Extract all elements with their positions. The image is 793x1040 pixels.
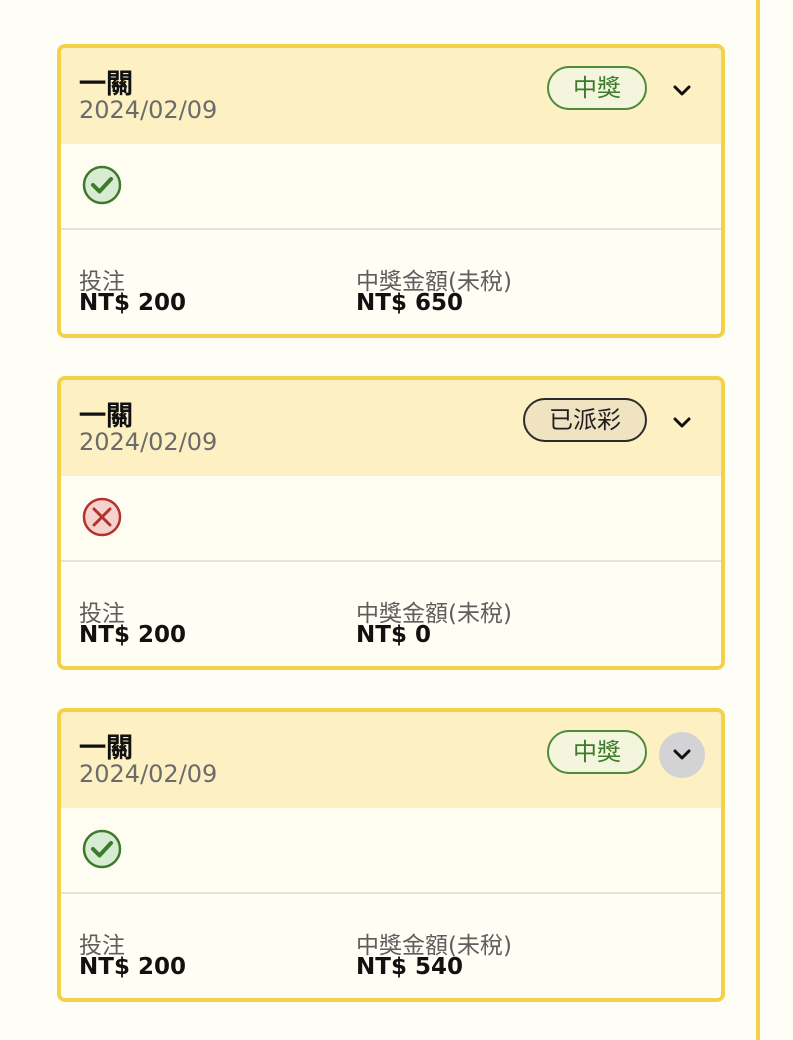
chevron-down-icon: [673, 85, 691, 96]
check-circle-icon: [82, 829, 122, 869]
bet-card[interactable]: 一關 2024/02/09 已派彩 投注 NT$ 200 中獎金額(未稅) NT…: [57, 376, 725, 670]
bet-summary: 投注 NT$ 200 中獎金額(未稅) NT$ 650: [61, 230, 721, 334]
stake-value: NT$ 200: [79, 290, 186, 316]
bet-summary: 投注 NT$ 200 中獎金額(未稅) NT$ 0: [61, 562, 721, 666]
bet-date: 2024/02/09: [79, 428, 218, 456]
stake-value: NT$ 200: [79, 622, 186, 648]
prize-value: NT$ 540: [356, 954, 463, 980]
bet-card-header[interactable]: 一關 2024/02/09 中獎: [61, 48, 721, 144]
status-badge: 已派彩: [523, 398, 647, 442]
chevron-down-icon: [673, 417, 691, 428]
bet-card-header[interactable]: 一關 2024/02/09 已派彩: [61, 380, 721, 476]
x-circle-icon: [82, 497, 122, 537]
expand-toggle[interactable]: [659, 400, 705, 446]
bet-result-row: [61, 476, 721, 562]
status-badge: 中獎: [547, 66, 647, 110]
bet-list: 一關 2024/02/09 中獎 投注 NT$ 200 中獎金額(未稅) NT$…: [57, 44, 725, 1040]
bet-result-row: [61, 808, 721, 894]
bet-date: 2024/02/09: [79, 760, 218, 788]
bet-card[interactable]: 一關 2024/02/09 中獎 投注 NT$ 200 中獎金額(未稅) NT$…: [57, 708, 725, 1002]
check-circle-icon: [82, 165, 122, 205]
bet-date: 2024/02/09: [79, 96, 218, 124]
status-badge: 中獎: [547, 730, 647, 774]
bet-card[interactable]: 一關 2024/02/09 中獎 投注 NT$ 200 中獎金額(未稅) NT$…: [57, 44, 725, 338]
expand-toggle[interactable]: [659, 732, 705, 778]
stake-value: NT$ 200: [79, 954, 186, 980]
chevron-down-icon: [673, 749, 691, 760]
bet-result-row: [61, 144, 721, 230]
bet-card-header[interactable]: 一關 2024/02/09 中獎: [61, 712, 721, 808]
prize-value: NT$ 0: [356, 622, 431, 648]
prize-value: NT$ 650: [356, 290, 463, 316]
expand-toggle[interactable]: [659, 68, 705, 114]
bet-summary: 投注 NT$ 200 中獎金額(未稅) NT$ 540: [61, 894, 721, 998]
